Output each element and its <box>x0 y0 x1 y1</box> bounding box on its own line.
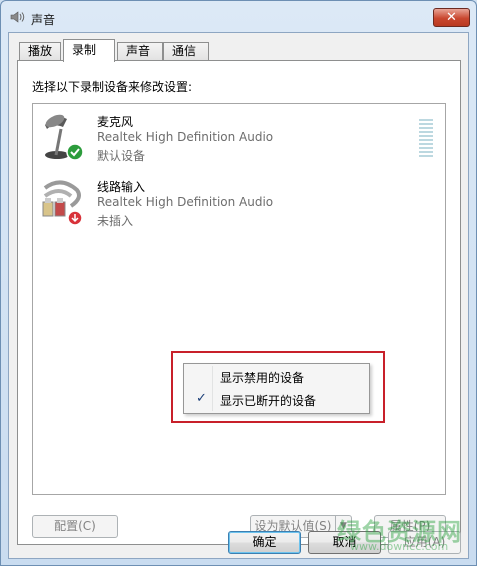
device-name: 麦克风 <box>97 115 134 129</box>
panel-prompt: 选择以下录制设备来修改设置: <box>32 80 193 94</box>
configure-button[interactable]: 配置(C) <box>32 515 118 538</box>
recording-tab-panel: 选择以下录制设备来修改设置: 麦克风 Realtek High Definiti… <box>17 60 461 545</box>
device-driver: Realtek High Definition Audio <box>97 195 274 209</box>
line-in-cable-icon <box>42 180 83 226</box>
device-status: 默认设备 <box>97 149 146 163</box>
tab-communications[interactable]: 通信 <box>163 42 209 61</box>
menu-item-label: 显示已断开的设备 <box>220 394 317 408</box>
device-item-line-in[interactable]: 线路输入 Realtek High Definition Audio 未插入 <box>33 176 445 236</box>
title-bar[interactable]: 声音 ✕ <box>1 1 476 33</box>
tab-playback[interactable]: 播放 <box>19 42 61 61</box>
sound-dialog-window: 声音 ✕ 播放 录制 声音 通信 选择以下录制设备来修改设置: 麦克风 Real… <box>0 0 477 566</box>
dialog-client-area: 播放 录制 声音 通信 选择以下录制设备来修改设置: 麦克风 Realtek H… <box>8 32 469 559</box>
microphone-icon <box>45 114 84 161</box>
device-driver: Realtek High Definition Audio <box>97 130 274 144</box>
window-title: 声音 <box>31 13 56 27</box>
recording-device-list[interactable]: 麦克风 Realtek High Definition Audio 默认设备 线… <box>32 103 446 495</box>
checkmark-icon: ✓ <box>196 391 207 406</box>
ok-button[interactable]: 确定 <box>228 531 301 554</box>
menu-item-show-disconnected[interactable]: ✓ 显示已断开的设备 <box>186 389 367 411</box>
input-level-meter <box>419 119 433 159</box>
menu-item-show-disabled[interactable]: 显示禁用的设备 <box>186 366 367 388</box>
device-item-microphone[interactable]: 麦克风 Realtek High Definition Audio 默认设备 <box>33 111 445 171</box>
device-name: 线路输入 <box>97 180 146 194</box>
speaker-icon <box>10 11 25 23</box>
context-menu: 显示禁用的设备 ✓ 显示已断开的设备 <box>183 363 370 414</box>
watermark-url: www.downcc.com <box>350 540 449 553</box>
tab-sounds[interactable]: 声音 <box>117 42 163 61</box>
close-button[interactable]: ✕ <box>433 8 470 27</box>
check-badge-icon <box>66 143 84 161</box>
device-status: 未插入 <box>97 214 134 228</box>
menu-item-label: 显示禁用的设备 <box>220 371 305 385</box>
tab-recording[interactable]: 录制 <box>63 39 115 62</box>
